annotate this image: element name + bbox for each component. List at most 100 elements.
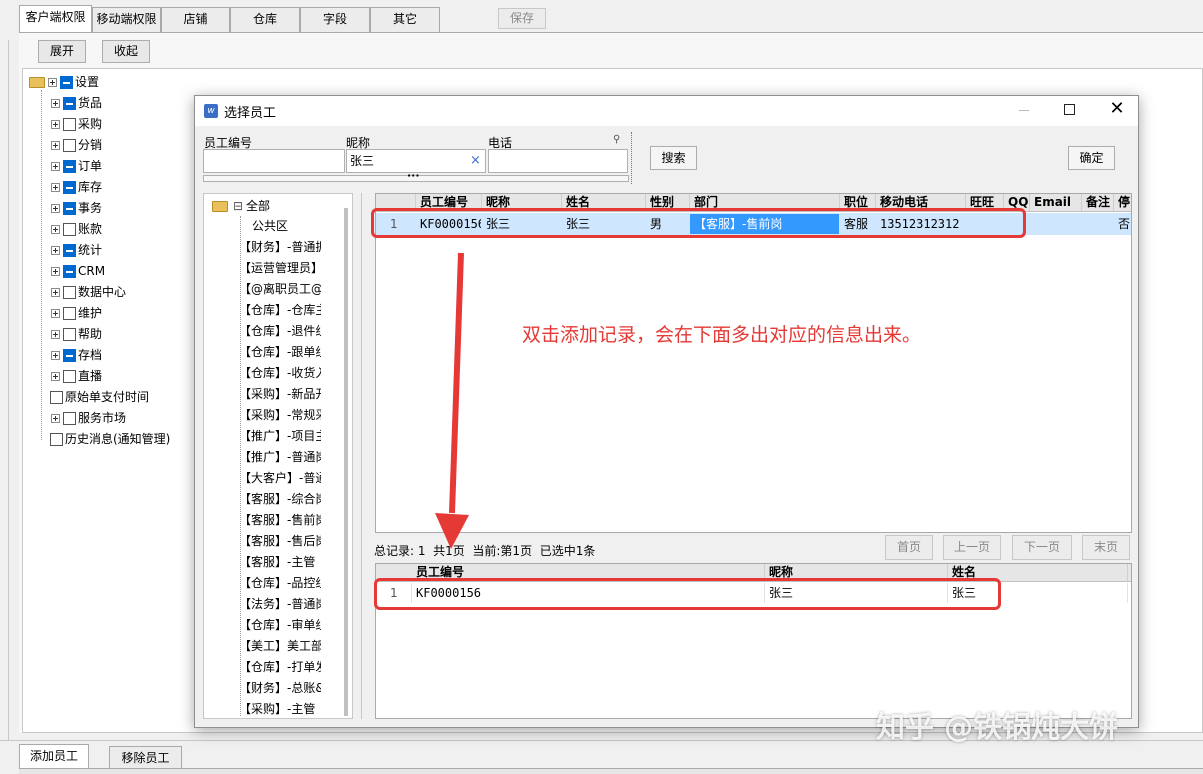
expand-icon[interactable] bbox=[51, 309, 60, 318]
department-item[interactable]: 【仓库】-收货入 bbox=[239, 363, 321, 384]
checkbox[interactable] bbox=[60, 76, 73, 89]
grid-cell[interactable] bbox=[1030, 214, 1082, 234]
perm-tree-item[interactable]: 设置 bbox=[29, 72, 99, 92]
department-item[interactable]: 【采购】-常规采 bbox=[239, 405, 321, 426]
dept-tree-collapse-icon[interactable]: ⊟ bbox=[233, 199, 243, 213]
expand-icon[interactable] bbox=[51, 162, 60, 171]
checkbox[interactable] bbox=[63, 223, 76, 236]
checkbox[interactable] bbox=[63, 307, 76, 320]
splitter[interactable] bbox=[631, 132, 632, 184]
perm-tree-item[interactable]: 采购 bbox=[51, 114, 102, 134]
expand-icon[interactable] bbox=[48, 78, 57, 87]
expand-icon[interactable] bbox=[51, 330, 60, 339]
expand-icon[interactable] bbox=[51, 246, 60, 255]
prev-page-button[interactable]: 上一页 bbox=[943, 535, 1001, 560]
expand-icon[interactable] bbox=[51, 183, 60, 192]
expand-icon[interactable] bbox=[51, 120, 60, 129]
department-item[interactable]: 【客服】-售后岗 bbox=[239, 531, 321, 552]
checkbox[interactable] bbox=[50, 433, 63, 446]
perm-tree-item[interactable]: 维护 bbox=[51, 303, 102, 323]
department-item[interactable]: 【采购】-主管 bbox=[239, 699, 321, 720]
expand-icon[interactable] bbox=[51, 414, 60, 423]
dept-tree-root[interactable]: 全部 bbox=[246, 197, 270, 214]
perm-tree-item[interactable]: 订单 bbox=[51, 156, 102, 176]
ok-button[interactable]: 确定 bbox=[1068, 146, 1115, 170]
checkbox[interactable] bbox=[63, 160, 76, 173]
department-item[interactable]: 【客服】-主管 bbox=[239, 552, 321, 573]
checkbox[interactable] bbox=[63, 265, 76, 278]
pin-icon[interactable]: ⚲ bbox=[613, 134, 620, 145]
department-item[interactable]: 【大客户】-普通 bbox=[239, 468, 321, 489]
expand-icon[interactable] bbox=[51, 372, 60, 381]
emp-no-input[interactable] bbox=[203, 149, 345, 173]
checkbox[interactable] bbox=[50, 391, 63, 404]
department-item[interactable]: 【客服】-综合岗 bbox=[239, 489, 321, 510]
department-item[interactable]: 【美工】美工部 bbox=[239, 636, 321, 657]
tab-other[interactable]: 其它 bbox=[370, 7, 440, 32]
department-item[interactable]: 【采购】-新品开 bbox=[239, 384, 321, 405]
checkbox[interactable] bbox=[63, 202, 76, 215]
expand-icon[interactable] bbox=[51, 204, 60, 213]
expand-button[interactable]: 展开 bbox=[38, 40, 86, 63]
grid-cell[interactable]: 否 bbox=[1114, 214, 1131, 234]
checkbox[interactable] bbox=[63, 412, 76, 425]
first-page-button[interactable]: 首页 bbox=[885, 535, 933, 560]
grid-column-header[interactable]: Email bbox=[1030, 194, 1082, 211]
department-item[interactable]: 【客服】-售前岗 bbox=[239, 510, 321, 531]
checkbox[interactable] bbox=[63, 328, 76, 341]
tab-client-permission[interactable]: 客户端权限 bbox=[19, 5, 92, 33]
department-item[interactable]: 【仓库】-审单组 bbox=[239, 615, 321, 636]
expand-icon[interactable] bbox=[51, 351, 60, 360]
perm-tree-item[interactable]: 货品 bbox=[51, 93, 102, 113]
dept-tree-scrollbar[interactable] bbox=[344, 208, 348, 716]
collapse-button[interactable]: 收起 bbox=[102, 40, 150, 63]
department-item[interactable]: 【财务】-普通据 bbox=[239, 237, 321, 258]
department-item[interactable]: 【推广】-普通岗 bbox=[239, 447, 321, 468]
perm-tree-item[interactable]: CRM bbox=[51, 261, 105, 281]
department-item[interactable]: 【法务】-普通岗 bbox=[239, 594, 321, 615]
department-item[interactable]: 公共区 bbox=[252, 216, 334, 237]
checkbox[interactable] bbox=[63, 244, 76, 257]
department-item[interactable]: 【仓库】-跟单组 bbox=[239, 342, 321, 363]
grid-column-header[interactable]: 停 bbox=[1114, 194, 1131, 211]
department-item[interactable]: 【运营管理员】 bbox=[239, 258, 321, 279]
perm-tree-item[interactable]: 历史消息(通知管理) bbox=[50, 429, 170, 449]
expand-icon[interactable] bbox=[51, 141, 60, 150]
close-icon[interactable]: ✕ bbox=[1107, 99, 1127, 119]
department-item[interactable]: 【@离职员工@ bbox=[239, 279, 321, 300]
checkbox[interactable] bbox=[63, 97, 76, 110]
department-item[interactable]: 【推广】-项目主 bbox=[239, 426, 321, 447]
expand-icon[interactable] bbox=[51, 99, 60, 108]
perm-tree-item[interactable]: 分销 bbox=[51, 135, 102, 155]
perm-tree-item[interactable]: 库存 bbox=[51, 177, 102, 197]
perm-tree-item[interactable]: 事务 bbox=[51, 198, 102, 218]
search-button[interactable]: 搜索 bbox=[650, 146, 697, 170]
perm-tree-item[interactable]: 服务市场 bbox=[51, 408, 126, 428]
perm-tree-item[interactable]: 存档 bbox=[51, 345, 102, 365]
last-page-button[interactable]: 末页 bbox=[1082, 535, 1130, 560]
perm-tree-item[interactable]: 直播 bbox=[51, 366, 102, 386]
tab-mobile-permission[interactable]: 移动端权限 bbox=[92, 7, 161, 32]
tab-warehouse[interactable]: 仓库 bbox=[230, 7, 300, 32]
checkbox[interactable] bbox=[63, 139, 76, 152]
grid-cell[interactable] bbox=[1082, 214, 1114, 234]
checkbox[interactable] bbox=[63, 118, 76, 131]
perm-tree-item[interactable]: 账款 bbox=[51, 219, 102, 239]
perm-tree-item[interactable]: 帮助 bbox=[51, 324, 102, 344]
checkbox[interactable] bbox=[63, 349, 76, 362]
grid-column-header[interactable]: 备注 bbox=[1082, 194, 1114, 211]
tab-add-employee[interactable]: 添加员工 bbox=[19, 744, 89, 768]
department-item[interactable]: 【仓库】-仓库主 bbox=[239, 300, 321, 321]
tab-field[interactable]: 字段 bbox=[300, 7, 370, 32]
department-item[interactable]: 【财务】-总账& bbox=[239, 678, 321, 699]
department-item[interactable]: 【仓库】-退件组 bbox=[239, 321, 321, 342]
department-item[interactable]: 【仓库】-打单发 bbox=[239, 657, 321, 678]
perm-tree-item[interactable]: 原始单支付时间 bbox=[50, 387, 149, 407]
checkbox[interactable] bbox=[63, 370, 76, 383]
vertical-splitter[interactable] bbox=[361, 193, 362, 719]
save-button[interactable]: 保存 bbox=[498, 8, 546, 29]
checkbox[interactable] bbox=[63, 181, 76, 194]
more-icon[interactable]: ··· bbox=[407, 169, 420, 182]
next-page-button[interactable]: 下一页 bbox=[1012, 535, 1072, 560]
tab-remove-employee[interactable]: 移除员工 bbox=[109, 746, 182, 768]
